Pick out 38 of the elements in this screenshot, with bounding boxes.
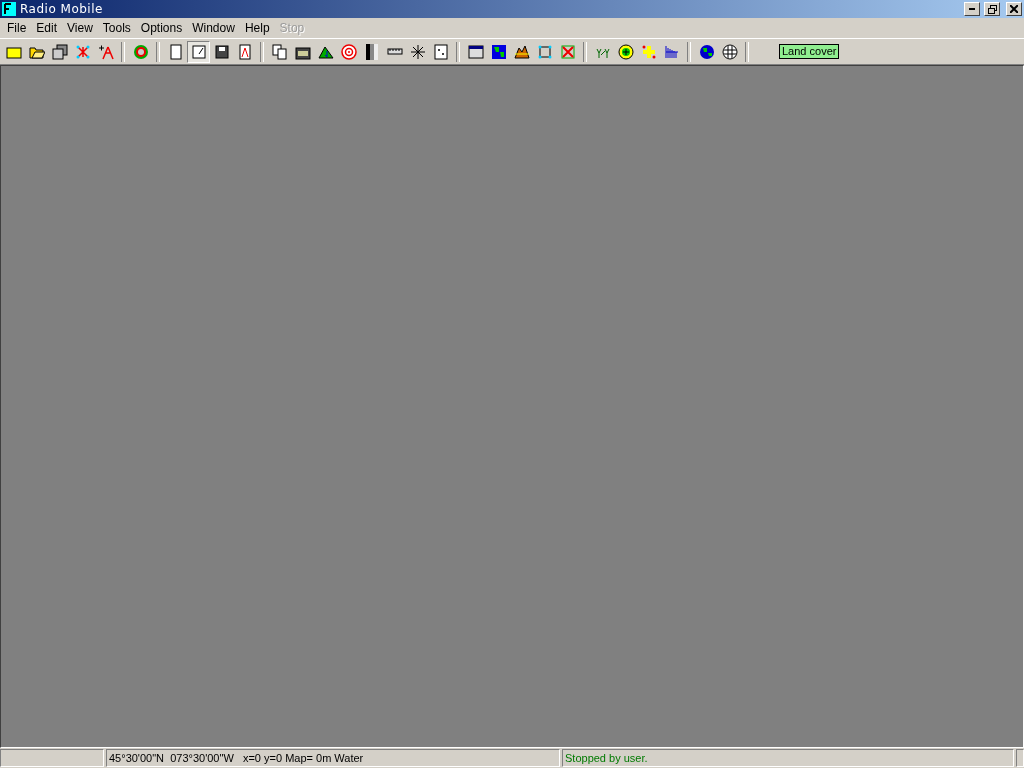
world-map-icon [490, 43, 507, 60]
menu-item[interactable]: Options [135, 21, 188, 35]
menu-item[interactable]: Tools [97, 21, 136, 35]
page-icon [167, 43, 184, 60]
delete-points-icon [559, 43, 576, 60]
minimize-button[interactable] [964, 2, 980, 16]
land-cover-badge: Land cover [779, 44, 840, 59]
stacked-windows-icon [51, 43, 68, 60]
close-icon [1010, 5, 1018, 13]
map-icon [432, 43, 449, 60]
menu-item[interactable]: File [2, 21, 32, 35]
menu-item[interactable]: Help [239, 21, 275, 35]
points-icon [536, 43, 553, 60]
status-message: Stopped by user. [562, 749, 1014, 767]
plus-nodes-icon [640, 43, 657, 60]
page-network-icon [236, 43, 253, 60]
target-circle-icon [132, 43, 149, 60]
menu-item[interactable]: Window [187, 21, 240, 35]
copy-icon [271, 43, 288, 60]
restore-button[interactable] [984, 2, 1000, 16]
plus-circle-icon [617, 43, 634, 60]
compass-icon [409, 43, 426, 60]
app-icon [2, 2, 16, 16]
minimize-icon [969, 8, 975, 10]
bullseye-icon [340, 43, 357, 60]
globe-icon [698, 43, 715, 60]
network-icon [74, 43, 91, 60]
table-icon [467, 43, 484, 60]
menu-item[interactable]: View [62, 21, 98, 35]
plus-network-icon [97, 43, 114, 60]
restore-icon [987, 4, 997, 14]
menu-item[interactable]: Edit [31, 21, 63, 35]
elevation-profile-icon [513, 43, 530, 60]
grayscale-bar-icon [363, 43, 380, 60]
mesh-icon [721, 43, 738, 60]
position-readout: 45°30'00"N 073°30'00"W x=0 y=0 Map= 0m Water [106, 749, 560, 767]
window-title: Radio Mobile [20, 2, 104, 16]
close-button[interactable] [1006, 2, 1022, 16]
